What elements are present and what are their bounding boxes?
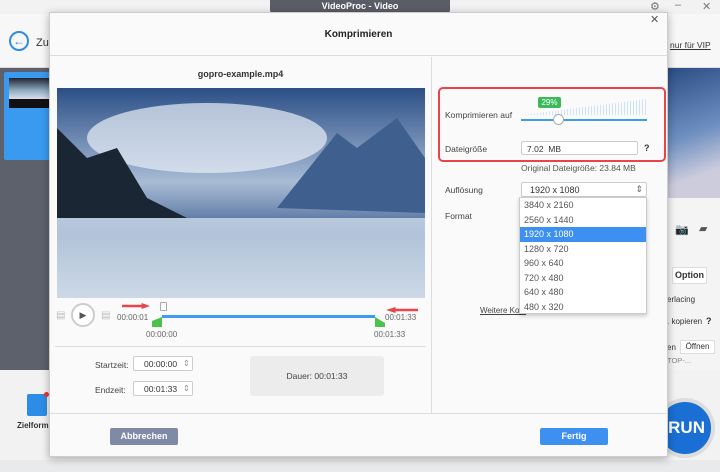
vip-link[interactable]: nur für VIP bbox=[670, 40, 711, 50]
done-button[interactable]: Fertig bbox=[540, 428, 608, 445]
startzeit-value: 00:00:00 bbox=[144, 359, 178, 369]
target-format-icon[interactable] bbox=[27, 392, 49, 416]
end-time-top: 00:01:33 bbox=[385, 313, 417, 322]
end-time-label: 00:01:33 bbox=[374, 330, 406, 339]
resolution-option[interactable]: 3840 x 2160 bbox=[520, 198, 646, 213]
endzeit-value: 00:01:33 bbox=[144, 384, 178, 394]
close-dialog-icon[interactable]: ✕ bbox=[650, 13, 659, 26]
duration-label: Dauer: bbox=[286, 371, 313, 381]
resolution-dropdown: 3840 x 2160 2560 x 1440 1920 x 1080 1280… bbox=[519, 197, 647, 314]
playhead-handle[interactable] bbox=[160, 302, 167, 311]
next-frame-icon[interactable]: ▤ bbox=[101, 310, 110, 321]
camera-icon[interactable]: 📷 bbox=[675, 223, 689, 236]
output-path: TOP-... bbox=[667, 356, 692, 365]
current-time: 00:00:01 bbox=[117, 313, 149, 322]
resolution-value: 1920 x 1080 bbox=[530, 185, 580, 195]
back-label[interactable]: Zu bbox=[36, 37, 49, 49]
interlacing-label: erlacing bbox=[667, 295, 696, 304]
start-trim-handle[interactable] bbox=[152, 317, 162, 327]
filesize-input[interactable]: 7.02 MB bbox=[521, 141, 638, 155]
resolution-option[interactable]: 720 x 480 bbox=[520, 271, 646, 286]
resolution-option[interactable]: 1280 x 720 bbox=[520, 242, 646, 257]
original-size: Original Dateigröße: 23.84 MB bbox=[521, 163, 636, 173]
stepper-icon[interactable]: ⇕ bbox=[183, 358, 190, 369]
help-icon[interactable]: ? bbox=[706, 316, 712, 326]
compress-slider-thumb[interactable] bbox=[553, 114, 564, 125]
back-arrow-icon[interactable]: ← bbox=[9, 31, 29, 51]
option-button[interactable]: Option bbox=[672, 267, 707, 284]
resolution-option[interactable]: 2560 x 1440 bbox=[520, 213, 646, 228]
resolution-option[interactable]: 480 x 320 bbox=[520, 300, 646, 315]
compress-slider[interactable] bbox=[521, 119, 647, 121]
target-format-label: Zielform bbox=[17, 421, 49, 430]
resolution-option[interactable]: 640 x 480 bbox=[520, 285, 646, 300]
dialog-title: Komprimieren bbox=[50, 13, 667, 56]
chevron-updown-icon: ⇕ bbox=[635, 184, 643, 194]
open-prefix: en bbox=[667, 343, 676, 352]
close-app-icon[interactable]: ✕ bbox=[702, 0, 711, 13]
compress-dialog: Komprimieren ✕ gopro-example.mp4 ▤ ▶ ▤ 0… bbox=[49, 12, 668, 457]
filesize-help-icon[interactable]: ? bbox=[644, 143, 650, 153]
start-time-label: 00:00:00 bbox=[146, 330, 178, 339]
file-name: gopro-example.mp4 bbox=[197, 69, 284, 79]
copy-label: . kopieren bbox=[667, 317, 703, 326]
cancel-button[interactable]: Abbrechen bbox=[110, 428, 178, 445]
divider bbox=[55, 346, 426, 347]
startzeit-input[interactable]: 00:00:00 ⇕ bbox=[133, 356, 193, 371]
duration-box: Dauer: 00:01:33 bbox=[250, 356, 384, 396]
format-label: Format bbox=[445, 211, 472, 221]
compress-percent-badge: 29% bbox=[538, 97, 561, 108]
divider bbox=[50, 413, 667, 414]
timeline-track[interactable] bbox=[162, 315, 375, 318]
folder-icon[interactable]: ▰ bbox=[699, 222, 707, 235]
resolution-option[interactable]: 960 x 640 bbox=[520, 256, 646, 271]
right-arrow-annotation bbox=[122, 303, 150, 309]
end-trim-handle[interactable] bbox=[375, 317, 385, 327]
startzeit-label: Startzeit: bbox=[95, 360, 129, 370]
video-preview bbox=[57, 88, 425, 298]
duration-value: 00:01:33 bbox=[314, 371, 348, 381]
filesize-label: Dateigröße bbox=[445, 144, 488, 154]
play-button[interactable]: ▶ bbox=[71, 303, 95, 327]
resolution-select[interactable]: 1920 x 1080 ⇕ bbox=[521, 182, 647, 197]
divider bbox=[431, 57, 432, 414]
compress-label: Komprimieren auf bbox=[445, 110, 513, 120]
minimize-icon[interactable]: – bbox=[675, 0, 681, 11]
open-button[interactable]: Öffnen bbox=[680, 340, 715, 354]
resolution-label: Auflösung bbox=[445, 185, 483, 195]
endzeit-input[interactable]: 00:01:33 ⇕ bbox=[133, 381, 193, 396]
prev-frame-icon[interactable]: ▤ bbox=[56, 310, 65, 321]
stepper-icon[interactable]: ⇕ bbox=[183, 383, 190, 394]
video-thumbnail[interactable] bbox=[4, 72, 50, 160]
endzeit-label: Endzeit: bbox=[95, 385, 126, 395]
resolution-option-selected[interactable]: 1920 x 1080 bbox=[520, 227, 646, 242]
